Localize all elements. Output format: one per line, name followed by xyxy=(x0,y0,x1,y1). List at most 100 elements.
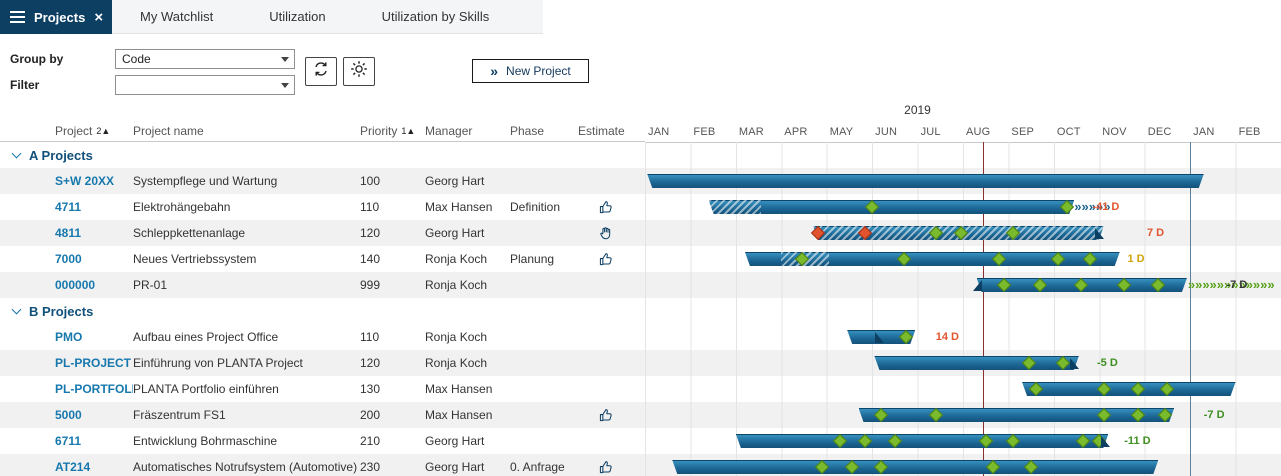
project-code-link[interactable]: PL-PORTFOLIO xyxy=(55,382,133,396)
collapse-chevron-icon[interactable] xyxy=(12,305,22,315)
deviation-label: -11 D xyxy=(1124,435,1150,447)
project-code-link[interactable]: 000000 xyxy=(55,278,133,292)
gantt-bar[interactable] xyxy=(1022,382,1236,396)
toolbar: Group by Code Filter » New Project xyxy=(0,34,645,120)
project-manager: Ronja Koch xyxy=(425,330,510,344)
project-code-link[interactable]: 7000 xyxy=(55,252,133,266)
column-header-manager[interactable]: Manager xyxy=(425,124,510,138)
gantt-row: -5 D xyxy=(645,350,1281,376)
filter-select[interactable] xyxy=(115,75,295,95)
end-marker-icon xyxy=(875,332,884,343)
gear-icon xyxy=(350,60,368,83)
group-label: A Projects xyxy=(29,148,93,163)
project-code-link[interactable]: S+W 20XX xyxy=(55,174,133,188)
project-priority: 110 xyxy=(360,200,425,214)
table-row[interactable]: 5000Fräszentrum FS1200Max Hansen xyxy=(0,402,645,428)
month-label: JUL xyxy=(921,126,941,138)
month-label: JUN xyxy=(875,126,897,138)
thumbs-up-icon[interactable] xyxy=(578,408,634,423)
tab-projects[interactable]: Projects × xyxy=(0,0,112,34)
gantt-bar[interactable] xyxy=(736,434,1109,448)
project-code-link[interactable]: 5000 xyxy=(55,408,133,422)
project-phase: 0. Anfrage xyxy=(510,460,578,474)
hand-icon[interactable] xyxy=(578,226,634,241)
table-row[interactable]: 4711Elektrohängebahn110Max HansenDefinit… xyxy=(0,194,645,220)
column-header-project[interactable]: Project 2▲ xyxy=(55,124,133,138)
project-phase: Definition xyxy=(510,200,578,214)
month-label: AUG xyxy=(966,126,990,138)
table-row[interactable]: PL-PORTFOLIOPLANTA Portfolio einführen13… xyxy=(0,376,645,402)
collapse-chevron-icon[interactable] xyxy=(12,149,22,159)
gantt-bar[interactable] xyxy=(672,460,1158,474)
end-marker-icon xyxy=(1070,358,1079,369)
table-header: Project 2▲ Project name Priority 1▲ Mana… xyxy=(0,120,645,142)
project-name: Entwicklung Bohrmaschine xyxy=(133,434,360,448)
thumbs-up-icon[interactable] xyxy=(578,252,634,267)
project-priority: 140 xyxy=(360,252,425,266)
refresh-icon xyxy=(312,60,330,83)
project-priority: 999 xyxy=(360,278,425,292)
project-code-link[interactable]: PMO xyxy=(55,330,133,344)
project-name: Einführung von PLANTA Project xyxy=(133,356,360,370)
table-row[interactable]: S+W 20XXSystempflege und Wartung100Georg… xyxy=(0,168,645,194)
month-label: OCT xyxy=(1057,126,1081,138)
gantt-row: »»»»»-41 D xyxy=(645,194,1281,220)
group-by-value: Code xyxy=(122,52,151,66)
table-row[interactable]: 4811Schleppkettenanlage120Georg Hart xyxy=(0,220,645,246)
project-name: PR-01 xyxy=(133,278,360,292)
group-by-select[interactable]: Code xyxy=(115,49,295,69)
gantt-row: 14 D xyxy=(645,324,1281,350)
project-code-link[interactable]: PL-PROJECT xyxy=(55,356,133,370)
table-row[interactable]: AT214Automatisches Notrufsystem (Automot… xyxy=(0,454,645,476)
month-label: SEP xyxy=(1011,126,1034,138)
table-row[interactable]: 7000Neues Vertriebssystem140Ronja KochPl… xyxy=(0,246,645,272)
deviation-label: -41 D xyxy=(1092,201,1119,213)
chevron-down-icon xyxy=(281,57,289,62)
gantt-row xyxy=(645,298,1281,324)
tab-utilization-by-skills[interactable]: Utilization by Skills xyxy=(354,0,518,33)
tab-projects-label: Projects xyxy=(34,10,85,25)
table-row[interactable]: 6711Entwicklung Bohrmaschine210Georg Har… xyxy=(0,428,645,454)
column-header-estimate[interactable]: Estimate xyxy=(578,124,634,138)
table-row[interactable]: 000000PR-01999Ronja Koch xyxy=(0,272,645,298)
new-project-button[interactable]: » New Project xyxy=(472,59,589,83)
column-header-phase[interactable]: Phase xyxy=(510,124,578,138)
deviation-label: 14 D xyxy=(936,331,959,343)
project-code-link[interactable]: AT214 xyxy=(55,460,133,474)
thumbs-up-icon[interactable] xyxy=(578,200,634,215)
project-name: Elektrohängebahn xyxy=(133,200,360,214)
tab-bar: Projects × My WatchlistUtilizationUtiliz… xyxy=(0,0,1281,34)
group-header-row[interactable]: A Projects xyxy=(0,142,645,168)
project-priority: 130 xyxy=(360,382,425,396)
month-label: DEC xyxy=(1148,126,1172,138)
sort-indicator: 1▲ xyxy=(401,126,415,136)
refresh-button[interactable] xyxy=(305,57,337,86)
tab-utilization[interactable]: Utilization xyxy=(241,0,353,33)
gantt-bar[interactable] xyxy=(709,200,1075,214)
gantt-bar[interactable] xyxy=(647,174,1204,188)
project-phase: Planung xyxy=(510,252,578,266)
today-line xyxy=(983,142,984,476)
settings-button[interactable] xyxy=(343,57,375,86)
group-header-row[interactable]: B Projects xyxy=(0,298,645,324)
project-priority: 210 xyxy=(360,434,425,448)
gantt-month-header: JANFEBMARAPRMAYJUNJULAUGSEPOCTNOVDECJANF… xyxy=(645,122,1281,143)
filter-label: Filter xyxy=(10,78,39,92)
project-code-link[interactable]: 6711 xyxy=(55,434,133,448)
project-code-link[interactable]: 4811 xyxy=(55,226,133,240)
thumbs-up-icon[interactable] xyxy=(578,460,634,475)
gantt-rows: »»»»»-41 D7 D1 D»»»»»»»»»»»»-7 D14 D-5 D… xyxy=(645,142,1281,476)
close-tab-icon[interactable]: × xyxy=(94,10,103,25)
column-header-name[interactable]: Project name xyxy=(133,124,360,138)
gantt-bar[interactable] xyxy=(859,408,1175,422)
tab-my-watchlist[interactable]: My Watchlist xyxy=(112,0,241,33)
sort-indicator: 2▲ xyxy=(96,126,110,136)
month-label: MAY xyxy=(830,126,854,138)
column-header-priority[interactable]: Priority 1▲ xyxy=(360,124,425,138)
menu-icon[interactable] xyxy=(10,11,25,23)
table-row[interactable]: PMOAufbau eines Project Office110Ronja K… xyxy=(0,324,645,350)
gantt-bar[interactable] xyxy=(874,356,1078,370)
project-code-link[interactable]: 4711 xyxy=(55,200,133,214)
table-rows: A Projects S+W 20XXSystempflege und Wartu… xyxy=(0,142,645,476)
table-row[interactable]: PL-PROJECTEinführung von PLANTA Project1… xyxy=(0,350,645,376)
